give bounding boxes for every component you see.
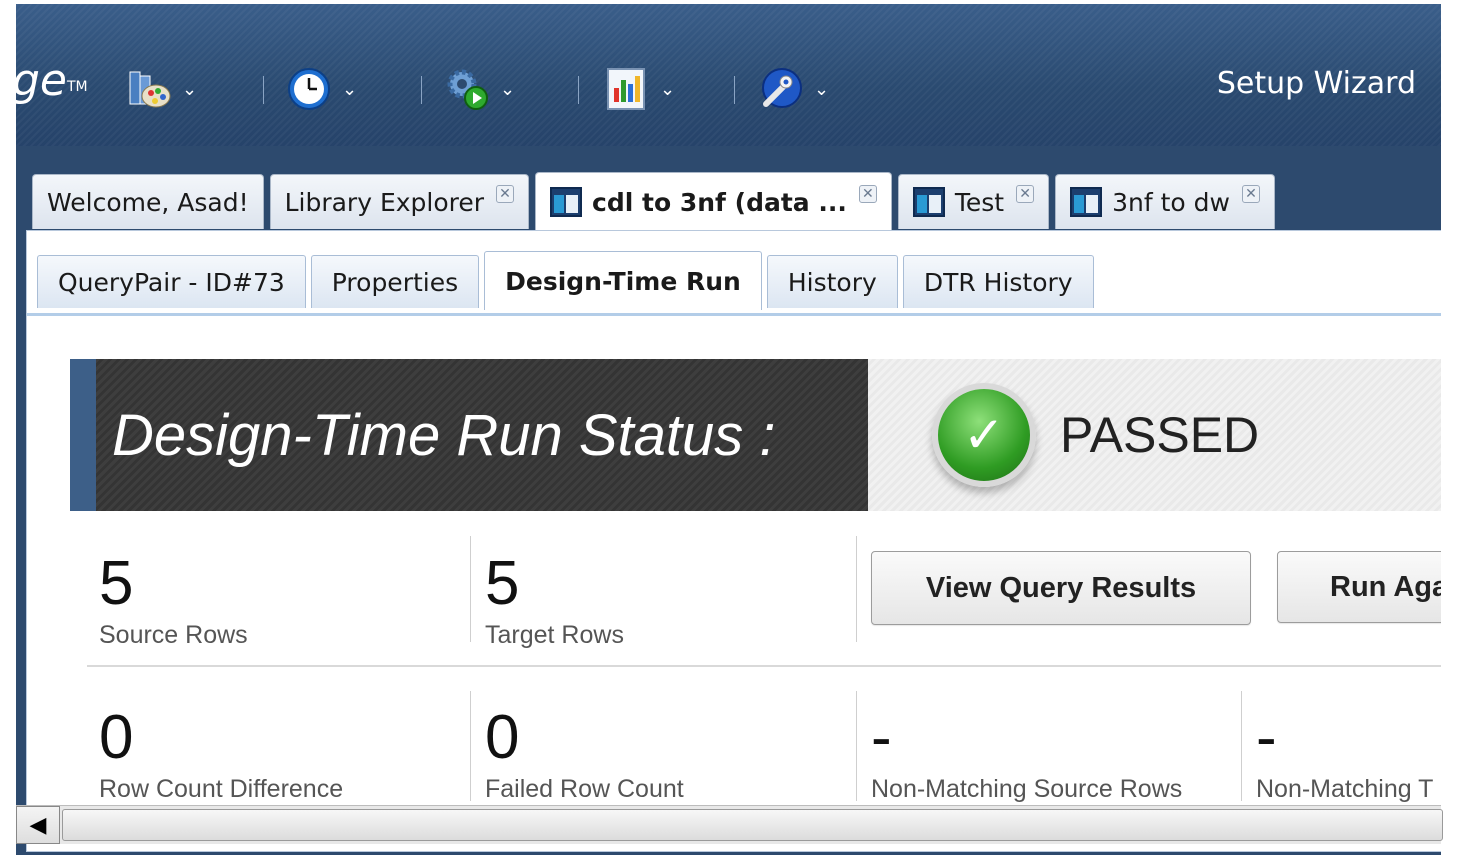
divider [856,536,857,642]
close-icon[interactable]: ✕ [496,185,515,203]
chevron-down-icon: ⌄ [500,78,516,100]
tab-3nf-to-dw[interactable]: 3nf to dw ✕ [1055,174,1275,229]
tab-label: Library Explorer [284,187,485,217]
horizontal-scrollbar[interactable]: ◀ [16,805,1443,844]
status-title: Design-Time Run Status : [112,402,776,468]
palette-library-icon [126,66,172,112]
metric-label: Source Rows [99,621,248,649]
tools-menu-button[interactable]: ⌄ [758,59,829,119]
toolbar-divider [263,76,264,104]
banner-accent [70,359,96,511]
toolbar-divider [734,76,735,104]
metric-value: - [1256,703,1277,772]
tab-cdl-to-3nf[interactable]: cdl to 3nf (data ... ✕ [535,172,892,231]
metric-value: 0 [99,703,134,772]
clock-icon [286,66,332,112]
toolbar-divider [578,76,579,104]
close-icon[interactable]: ✕ [1016,185,1035,203]
library-menu-button[interactable]: ⌄ [126,59,197,119]
chevron-down-icon: ⌄ [660,78,676,100]
tab-label: Test [954,187,1005,217]
chevron-down-icon: ⌄ [182,78,198,100]
metric-value: 0 [485,703,520,772]
tab-label: cdl to 3nf (data ... [592,187,847,217]
chevron-down-icon: ⌄ [342,78,358,100]
metric-source-rows: 5 Source Rows [99,553,248,650]
top-toolbar: geTM ⌄ ⌄ ⌄ ⌄ ⌄ Setup Wizard [16,4,1441,146]
tab-underline [27,313,1441,316]
toolbar-divider [421,76,422,104]
divider [1241,691,1242,801]
app-window: geTM ⌄ ⌄ ⌄ ⌄ ⌄ Setup Wizard Welcome, Asa… [16,4,1441,855]
close-icon[interactable]: ✕ [1241,185,1260,203]
divider [470,536,471,642]
metric-non-matching-source-rows: - Non-Matching Source Rows [871,707,1182,804]
tab-test[interactable]: Test ✕ [897,174,1050,229]
chevron-down-icon: ⌄ [814,78,830,100]
divider [856,691,857,801]
subtab-properties[interactable]: Properties [310,255,480,308]
metric-label: Non-Matching Source Rows [871,775,1183,803]
brand-logo: geTM [16,55,88,106]
metric-label: Row Count Difference [99,775,344,803]
status-result-area: ✓ PASSED [868,359,1441,511]
metric-target-rows: 5 Target Rows [485,553,624,650]
metric-row-count-difference: 0 Row Count Difference [99,707,343,804]
close-icon[interactable]: ✕ [858,185,877,203]
wrench-globe-icon [758,66,804,112]
tab-library-explorer[interactable]: Library Explorer ✕ [269,174,530,229]
subtab-design-time-run[interactable]: Design-Time Run [484,251,762,310]
status-result: PASSED [1060,407,1260,463]
tab-welcome[interactable]: Welcome, Asad! [32,174,264,229]
status-banner: Design-Time Run Status : ✓ PASSED [70,359,1441,511]
tab-label: 3nf to dw [1112,187,1230,217]
metric-value: 5 [485,549,520,618]
divider [470,691,471,801]
metric-value: - [871,703,892,772]
scroll-thumb[interactable] [62,809,1443,841]
run-again-button[interactable]: Run Aga [1277,551,1441,623]
query-pair-subtabs: QueryPair - ID#73 Properties Design-Time… [37,251,1094,313]
schedule-menu-button[interactable]: ⌄ [286,59,357,119]
setup-wizard-link[interactable]: Setup Wizard [1217,66,1416,101]
query-pair-icon [550,187,583,217]
metric-value: 5 [99,549,134,618]
metric-label: Target Rows [485,621,624,649]
document-tabs: Welcome, Asad! Library Explorer ✕ cdl to… [32,172,1275,231]
divider [87,665,1441,667]
query-pair-icon [1070,187,1103,217]
query-pair-icon [912,187,945,217]
query-pair-panel: QueryPair - ID#73 Properties Design-Time… [26,230,1441,852]
view-query-results-button[interactable]: View Query Results [871,551,1251,625]
gear-run-icon [444,66,490,112]
subtab-dtr-history[interactable]: DTR History [902,255,1094,308]
scroll-left-arrow-icon[interactable]: ◀ [16,806,60,844]
tab-label: Welcome, Asad! [47,187,249,217]
check-icon: ✓ [932,383,1036,487]
report-chart-icon [604,66,650,112]
metric-label: Failed Row Count [485,775,684,803]
run-menu-button[interactable]: ⌄ [444,59,515,119]
status-title-area: Design-Time Run Status : [96,359,868,511]
subtab-history[interactable]: History [766,255,898,308]
reports-menu-button[interactable]: ⌄ [604,59,675,119]
metric-failed-row-count: 0 Failed Row Count [485,707,684,804]
metric-label: Non-Matching T [1256,775,1434,803]
metric-non-matching-target-rows: - Non-Matching T [1256,707,1433,804]
subtab-querypair[interactable]: QueryPair - ID#73 [37,255,306,308]
